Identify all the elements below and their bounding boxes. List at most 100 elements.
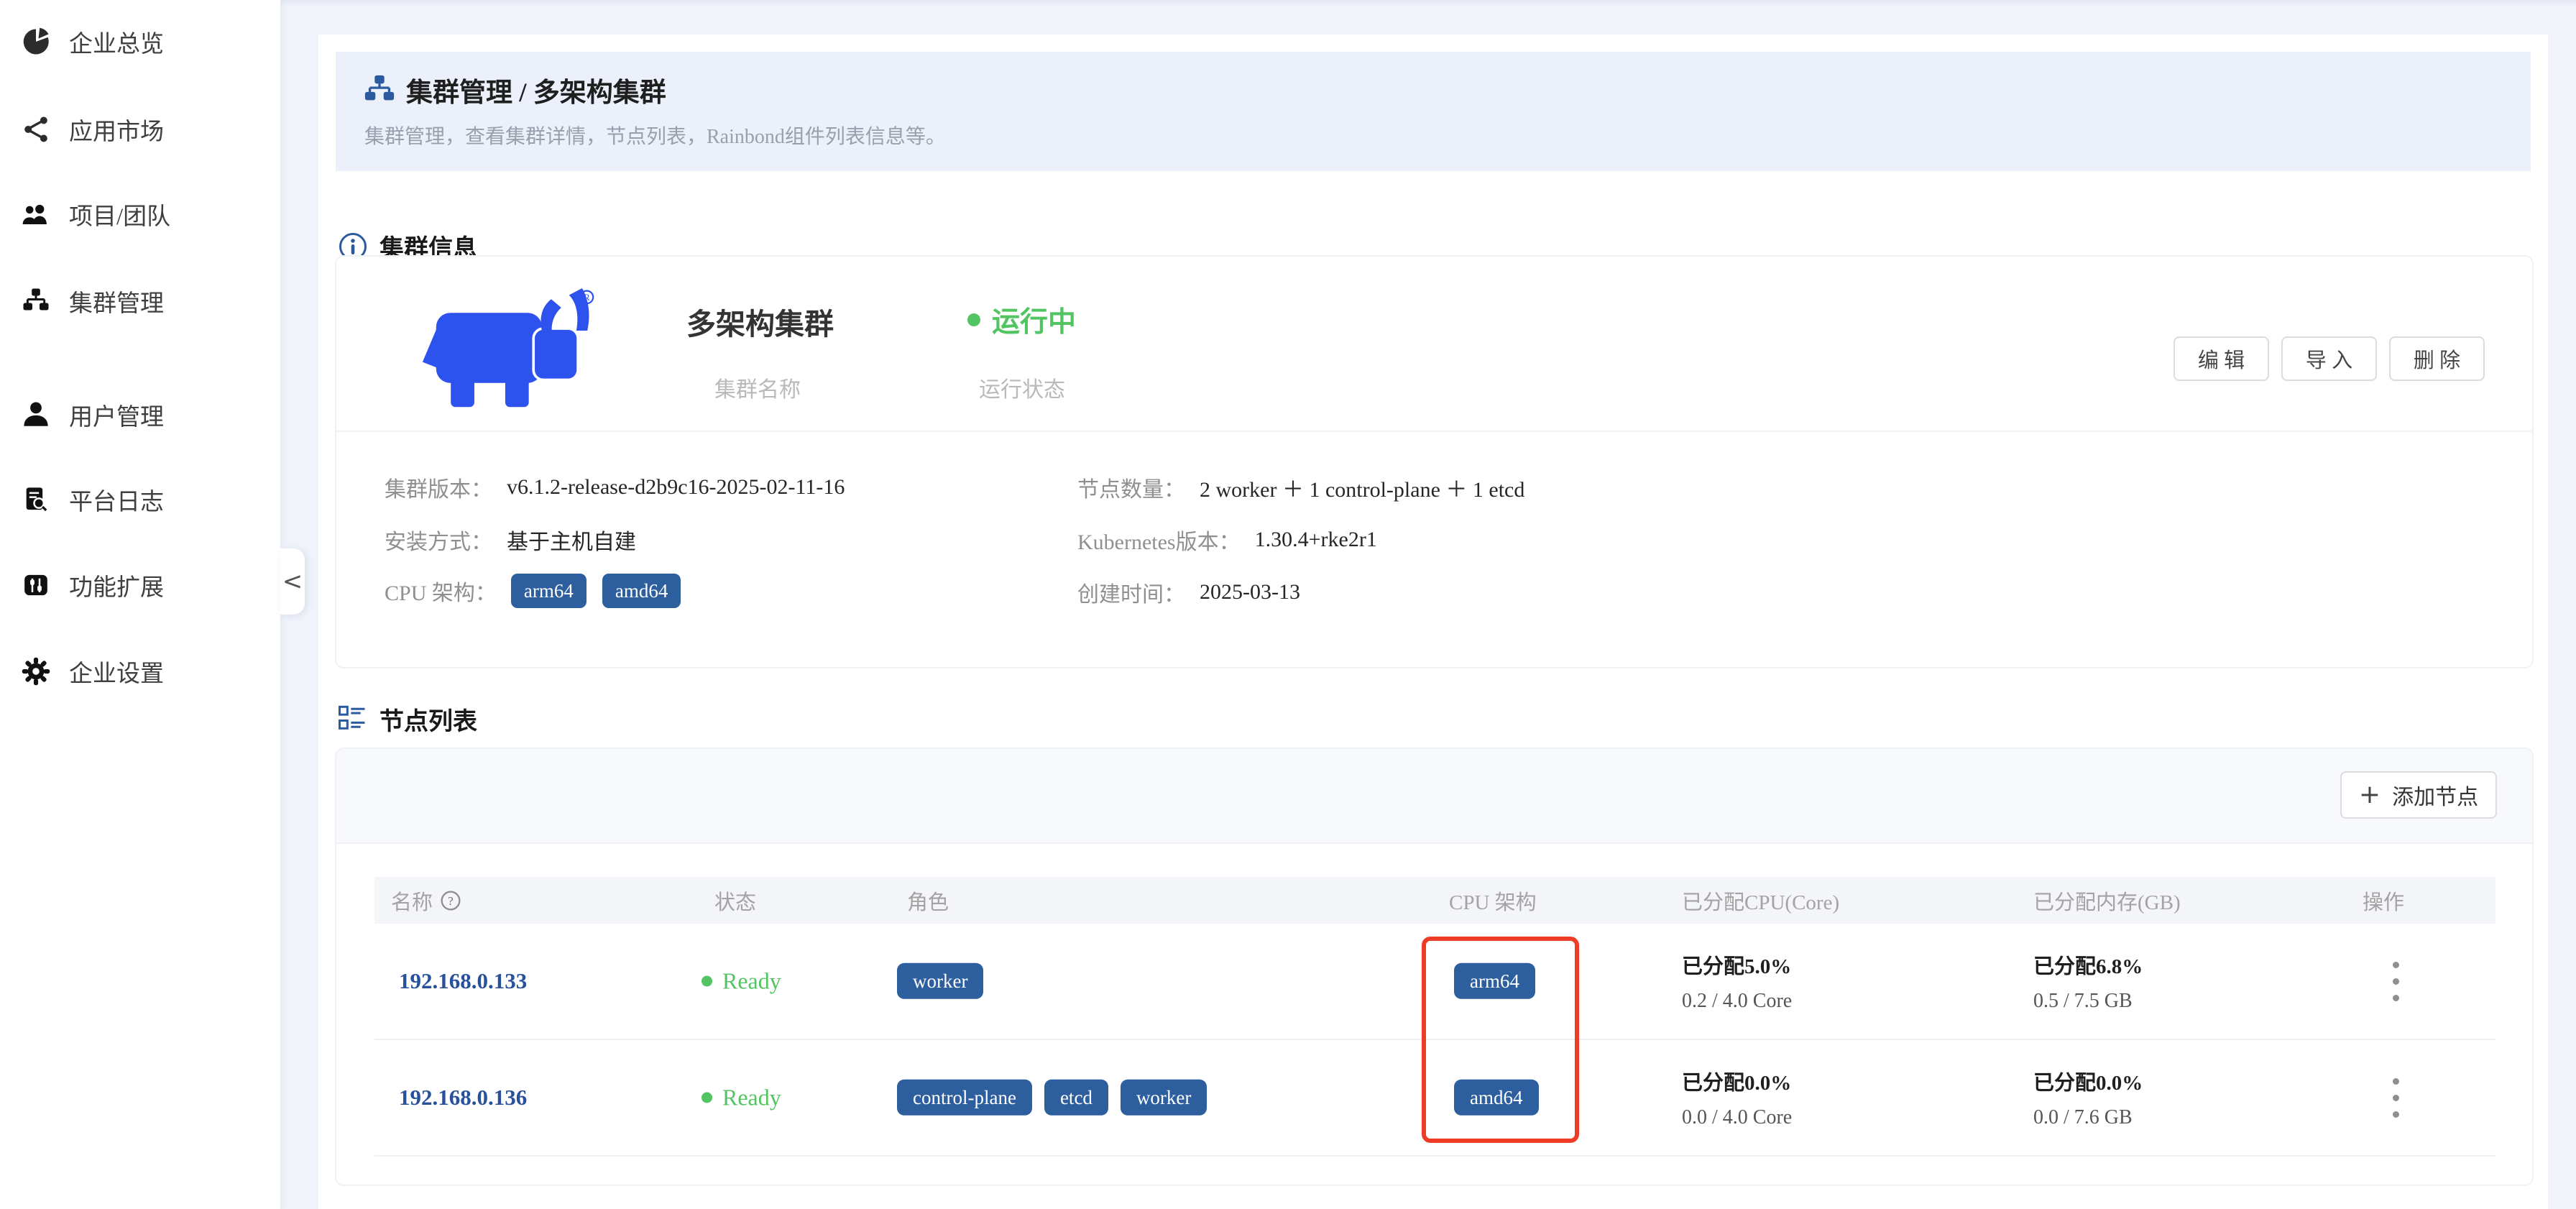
node-status: Ready	[702, 968, 781, 995]
detail-label: 安装方式：	[385, 524, 492, 556]
edit-button[interactable]: 编 辑	[2174, 336, 2269, 381]
breadcrumb-banner: 集群管理 / 多架构集群 集群管理，查看集群详情，节点列表，Rainbond组件…	[336, 52, 2531, 171]
cluster-icon	[363, 73, 396, 106]
detail-label: CPU 架构：	[385, 575, 497, 607]
column-header-mem-alloc: 已分配内存(GB)	[2033, 886, 2181, 916]
sidebar-item-projects-teams[interactable]: 项目/团队	[20, 190, 264, 238]
column-header-cpu-arch: CPU 架构	[1449, 886, 1537, 916]
node-mem-alloc: 已分配6.8% 0.5 / 7.5 GB	[2033, 950, 2143, 1013]
sidebar-item-label: 应用市场	[69, 112, 164, 147]
sidebar-item-app-market[interactable]: 应用市场	[20, 106, 264, 153]
team-icon	[20, 198, 52, 230]
svg-text:?: ?	[448, 894, 453, 908]
node-name-link[interactable]: 192.168.0.133	[399, 968, 527, 994]
pie-chart-icon	[20, 26, 52, 58]
node-cpu-alloc: 已分配0.0% 0.0 / 4.0 Core	[1682, 1066, 1792, 1129]
detail-label: 集群版本：	[385, 472, 492, 503]
detail-label: Kubernetes版本：	[1077, 524, 1241, 556]
node-name-link[interactable]: 192.168.0.136	[399, 1085, 527, 1111]
sidebar-item-label: 项目/团队	[69, 197, 170, 231]
detail-value: 2 worker ＋ 1 control-plane ＋ 1 etcd	[1200, 472, 1524, 503]
detail-cpu-arch: CPU 架构： arm64 amd64	[385, 574, 681, 608]
sidebar-item-label: 功能扩展	[69, 568, 164, 602]
share-icon	[20, 114, 52, 145]
help-circle-icon[interactable]: ?	[440, 890, 461, 911]
sidebar-item-feature-extensions[interactable]: 功能扩展	[20, 561, 264, 609]
trademark-symbol: R	[584, 293, 590, 303]
section-title-text: 节点列表	[380, 702, 477, 737]
node-list-toolbar: + 添加节点	[336, 749, 2532, 844]
gear-icon	[20, 656, 52, 687]
breadcrumb: 集群管理 / 多架构集群	[406, 70, 666, 109]
sidebar-collapse-button[interactable]: <	[280, 548, 305, 615]
detail-k8s-version: Kubernetes版本： 1.30.4+rke2r1	[1077, 524, 1377, 556]
sidebar-item-label: 用户管理	[69, 397, 164, 432]
divider	[336, 431, 2532, 432]
node-status: Ready	[702, 1085, 781, 1111]
arch-badge: amd64	[602, 574, 681, 608]
user-icon	[20, 399, 52, 431]
detail-label: 节点数量：	[1077, 472, 1185, 503]
cluster-info-card: R 多架构集群 集群名称 运行中 运行状态 编 辑 导 入 删 除 集群版本： …	[335, 255, 2534, 668]
sidebar-item-cluster-management[interactable]: 集群管理	[20, 277, 264, 325]
sidebar-item-enterprise-settings[interactable]: 企业设置	[20, 648, 264, 695]
detail-value: 基于主机自建	[507, 524, 636, 556]
detail-value: v6.1.2-release-d2b9c16-2025-02-11-16	[507, 475, 845, 500]
sliders-icon	[20, 569, 52, 601]
page-description: 集群管理，查看集群详情，节点列表，Rainbond组件列表信息等。	[364, 121, 946, 150]
cluster-status: 运行中	[967, 300, 1076, 340]
sidebar-item-user-management[interactable]: 用户管理	[20, 391, 264, 438]
node-roles: worker	[897, 963, 983, 999]
app-root: 企业总览 应用市场 项目/团队 集群管理 用户管理	[0, 0, 2576, 1209]
sidebar-item-label: 企业总览	[69, 24, 164, 59]
detail-install-method: 安装方式： 基于主机自建	[385, 524, 636, 556]
status-dot-icon	[967, 313, 980, 326]
cluster-name: 多架构集群	[686, 300, 834, 343]
column-header-actions: 操作	[2363, 886, 2404, 916]
cluster-name-label: 集群名称	[714, 372, 801, 403]
node-table-header: 名称 ? 状态 角色 CPU 架构 已分配CPU(Core) 已分配内存(GB)…	[374, 877, 2496, 924]
detail-created-time: 创建时间： 2025-03-13	[1077, 576, 1300, 608]
section-title-node-list: 节点列表	[338, 702, 477, 737]
detail-label: 创建时间：	[1077, 576, 1185, 608]
role-badge: control-plane	[897, 1080, 1032, 1116]
sidebar-item-enterprise-overview[interactable]: 企业总览	[20, 18, 264, 65]
import-button[interactable]: 导 入	[2281, 336, 2377, 381]
add-node-button[interactable]: + 添加节点	[2340, 771, 2497, 819]
sidebar: 企业总览 应用市场 项目/团队 集群管理 用户管理	[0, 0, 281, 1209]
plus-icon: +	[2359, 782, 2380, 808]
node-roles: control-plane etcd worker	[897, 1080, 1207, 1116]
status-dot-icon	[702, 976, 712, 987]
log-search-icon	[20, 484, 52, 515]
sidebar-item-label: 集群管理	[69, 284, 164, 318]
row-actions-kebab-icon[interactable]	[2380, 1063, 2411, 1132]
row-actions-kebab-icon[interactable]	[2380, 947, 2411, 1016]
cluster-actions: 编 辑 导 入 删 除	[2174, 336, 2485, 381]
rainbond-cluster-logo: R	[382, 282, 624, 417]
sidebar-item-platform-logs[interactable]: 平台日志	[20, 476, 264, 523]
chevron-left-icon: <	[282, 567, 303, 596]
cluster-icon	[20, 285, 52, 317]
role-badge: etcd	[1044, 1080, 1108, 1116]
delete-button[interactable]: 删 除	[2389, 336, 2485, 381]
detail-value: 1.30.4+rke2r1	[1255, 528, 1377, 552]
annotation-highlight-rectangle	[1422, 937, 1579, 1143]
detail-node-count: 节点数量： 2 worker ＋ 1 control-plane ＋ 1 etc…	[1077, 472, 1524, 503]
column-header-role: 角色	[907, 886, 949, 916]
detail-cluster-version: 集群版本： v6.1.2-release-d2b9c16-2025-02-11-…	[385, 472, 845, 503]
cluster-status-label: 运行状态	[979, 372, 1065, 403]
detail-value: 2025-03-13	[1200, 580, 1300, 604]
sidebar-item-label: 企业设置	[69, 654, 164, 689]
role-badge: worker	[897, 963, 983, 999]
status-text: 运行中	[992, 300, 1076, 340]
column-header-name: 名称 ?	[391, 886, 461, 916]
status-dot-icon	[702, 1093, 712, 1103]
column-header-cpu-alloc: 已分配CPU(Core)	[1682, 886, 1839, 916]
arch-badge: arm64	[511, 574, 586, 608]
node-cpu-alloc: 已分配5.0% 0.2 / 4.0 Core	[1682, 950, 1792, 1013]
role-badge: worker	[1121, 1080, 1207, 1116]
add-node-label: 添加节点	[2392, 779, 2478, 811]
node-mem-alloc: 已分配0.0% 0.0 / 7.6 GB	[2033, 1066, 2143, 1129]
sidebar-item-label: 平台日志	[69, 482, 164, 517]
list-icon	[338, 704, 368, 735]
